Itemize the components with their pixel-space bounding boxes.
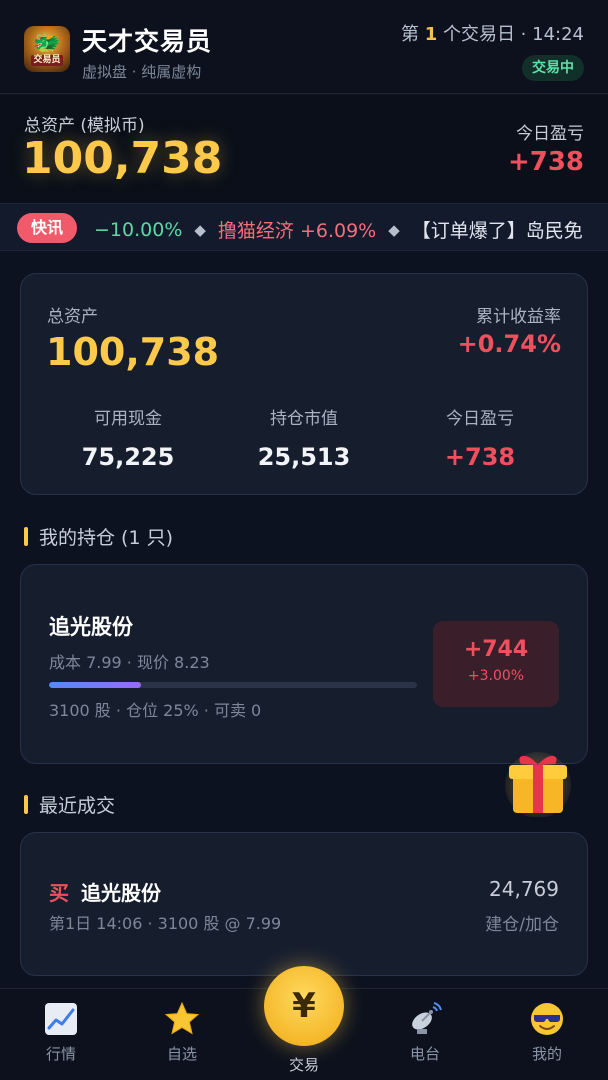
stat-market-value: 持仓市值 25,513	[219, 404, 389, 471]
summary-total-label: 总资产	[47, 307, 98, 327]
trade-button[interactable]: ¥	[264, 966, 344, 1046]
ticker-item[interactable]: −10.00%	[94, 219, 182, 241]
cool-face-icon	[529, 1001, 565, 1037]
top-bar: 🐲 交易员 天才交易员 虚拟盘 · 纯属虚构 第 1 个交易日 · 14:24 …	[0, 0, 608, 94]
stat-value: 75,225	[81, 443, 175, 471]
holding-name: 追光股份	[49, 615, 133, 639]
satellite-dish-icon	[407, 1001, 443, 1037]
day-suffix: 个交易日 · 14:24	[442, 24, 584, 45]
app-logo: 🐲 交易员	[24, 26, 70, 72]
tab-label: 交易	[288, 1056, 319, 1074]
tab-watchlist[interactable]: 自选	[142, 1001, 222, 1064]
holding-pl-box: +744 +3.00%	[433, 621, 559, 707]
holdings-section-title: 我的持仓 (1 只)	[24, 523, 173, 550]
ticker-track: −10.00% ◆ 撸猫经济 +6.09% ◆ 【订单爆了】岛民免	[94, 216, 595, 243]
total-assets-value: 100,738	[22, 133, 223, 184]
position-progress-bar	[49, 682, 417, 688]
cumulative-return-label: 累计收益率	[476, 307, 561, 327]
news-ticker[interactable]: 快讯 −10.00% ◆ 撸猫经济 +6.09% ◆ 【订单爆了】岛民免	[0, 203, 608, 251]
trade-stock-name: 追光股份	[81, 881, 161, 905]
stat-today-pl: 今日盈亏 +738	[395, 404, 565, 471]
tab-market[interactable]: 行情	[21, 1001, 101, 1064]
section-title-text: 我的持仓 (1 只)	[39, 527, 173, 549]
trade-action: 建仓/加仓	[485, 915, 559, 935]
holding-pl-percent: +3.00%	[467, 668, 525, 684]
tab-label: 我的	[531, 1045, 562, 1063]
holding-card[interactable]: 追光股份 成本 7.99 · 现价 8.23 3100 股 · 仓位 25% ·…	[20, 564, 588, 764]
asset-summary-card: 总资产 100,738 累计收益率 +0.74% 可用现金 75,225 持仓市…	[20, 273, 588, 495]
chart-icon	[43, 1001, 79, 1037]
tab-label: 自选	[166, 1045, 197, 1063]
trade-meta: 第1日 14:06 · 3100 股 @ 7.99	[49, 914, 282, 933]
ticker-item[interactable]: 【订单爆了】岛民免	[412, 216, 583, 243]
gift-icon[interactable]	[505, 745, 571, 818]
bottom-tab-bar: 行情 自选 ¥ 交易 电台 我的	[0, 966, 608, 1080]
app-title: 天才交易员	[82, 27, 213, 56]
yen-icon: ¥	[292, 986, 316, 1026]
stat-label: 持仓市值	[270, 409, 338, 429]
holding-pl-amount: +744	[463, 637, 529, 662]
news-badge: 快讯	[17, 213, 78, 243]
diamond-icon: ◆	[388, 220, 400, 239]
trades-section-title: 最近成交	[24, 791, 115, 818]
tab-label: 电台	[409, 1045, 440, 1063]
star-icon	[164, 1001, 200, 1037]
app-subtitle: 虚拟盘 · 纯属虚构	[82, 63, 202, 81]
tab-label: 行情	[45, 1045, 76, 1063]
cumulative-return-value: +0.74%	[457, 330, 561, 358]
stat-value: 25,513	[257, 443, 351, 471]
stat-label: 今日盈亏	[446, 409, 514, 429]
section-accent-bar	[24, 795, 28, 814]
holding-shares-meta: 3100 股 · 仓位 25% · 可卖 0	[49, 701, 262, 720]
tab-profile[interactable]: 我的	[507, 1001, 587, 1064]
day-number: 1	[424, 24, 438, 45]
day-prefix: 第	[400, 24, 419, 45]
today-pl-value: +738	[507, 147, 584, 177]
trade-amount: 24,769	[489, 877, 559, 901]
trade-side: 买	[49, 881, 69, 905]
stat-label: 可用现金	[94, 409, 162, 429]
trading-status-badge: 交易中	[522, 55, 584, 81]
tab-radio[interactable]: 电台	[385, 1001, 465, 1064]
today-pl-label: 今日盈亏	[516, 124, 584, 144]
asset-header: 总资产 (模拟币) 100,738 今日盈亏 +738	[0, 95, 608, 203]
dragon-icon: 🐲	[33, 30, 61, 56]
ticker-item[interactable]: 撸猫经济 +6.09%	[218, 216, 376, 243]
stat-value: +738	[444, 443, 516, 471]
trade-card[interactable]: 买 追光股份 第1日 14:06 · 3100 股 @ 7.99 24,769 …	[20, 832, 588, 976]
trading-day-info: 第 1 个交易日 · 14:24	[401, 20, 584, 46]
summary-total-value: 100,738	[46, 330, 220, 374]
holding-price-meta: 成本 7.99 · 现价 8.23	[49, 653, 210, 672]
section-title-text: 最近成交	[39, 795, 116, 817]
diamond-icon: ◆	[194, 220, 206, 239]
stat-cash: 可用现金 75,225	[43, 404, 213, 471]
section-accent-bar	[24, 527, 28, 546]
position-progress-fill	[49, 682, 141, 688]
logo-text: 交易员	[31, 54, 63, 66]
